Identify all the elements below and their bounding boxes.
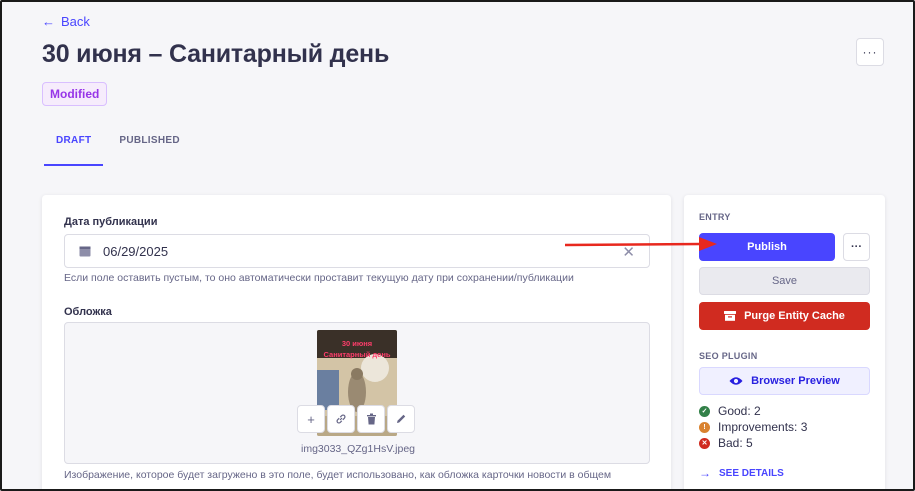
app-window: ← Back 30 июня – Санитарный день ··· Mod… [0, 0, 915, 491]
seo-improvements: ! Improvements: 3 [699, 419, 807, 435]
link-glyph [336, 414, 346, 424]
preview-label: Browser Preview [751, 375, 840, 387]
arrow-left-icon: ← [42, 14, 55, 29]
svg-text:30 июня: 30 июня [342, 339, 372, 348]
see-details-label: SEE DETAILS [719, 467, 784, 479]
cover-filename: img3033_QZg1HsV.jpeg [300, 443, 416, 455]
eye-icon [729, 377, 743, 385]
tab-list: DRAFT PUBLISHED [42, 130, 194, 166]
media-actions: + [297, 405, 415, 433]
seo-results: ✓ Good: 2 ! Improvements: 3 ✕ Bad: 5 [699, 403, 807, 451]
seo-improvements-label: Improvements: 3 [718, 420, 808, 434]
tab-draft[interactable]: DRAFT [42, 130, 105, 166]
cover-hint: Изображение, которое будет загружено в э… [64, 469, 612, 481]
page-title: 30 июня – Санитарный день [42, 40, 390, 68]
back-link[interactable]: ← Back [42, 14, 90, 29]
header: ← Back 30 июня – Санитарный день ··· Mod… [2, 2, 913, 182]
cross-icon: ✕ [699, 437, 710, 449]
back-label: Back [61, 14, 90, 29]
link-icon[interactable] [327, 405, 355, 433]
more-icon: ··· [851, 241, 862, 253]
purge-label: Purge Entity Cache [744, 310, 845, 322]
tab-published[interactable]: PUBLISHED [105, 130, 193, 166]
annotation-arrow-icon [565, 237, 717, 251]
check-icon: ✓ [699, 405, 710, 417]
entry-section-label: ENTRY [699, 212, 731, 222]
svg-text:Санитарный день: Санитарный день [324, 350, 391, 359]
date-field-label: Дата публикации [64, 216, 158, 228]
exclamation-icon: ! [699, 421, 710, 433]
seo-good: ✓ Good: 2 [699, 403, 807, 419]
add-icon[interactable]: + [297, 405, 325, 433]
archive-icon [724, 311, 737, 321]
seo-bad: ✕ Bad: 5 [699, 435, 807, 451]
trash-icon[interactable] [357, 405, 385, 433]
seo-section-label: SEO PLUGIN [699, 351, 758, 361]
calendar-icon [79, 246, 91, 257]
pencil-icon[interactable] [387, 405, 415, 433]
entry-more-button[interactable]: ··· [843, 233, 870, 261]
date-hint: Если поле оставить пустым, то оно автома… [64, 272, 574, 284]
status-badge: Modified [42, 82, 108, 106]
browser-preview-button[interactable]: Browser Preview [699, 367, 870, 395]
date-value: 06/29/2025 [103, 243, 169, 259]
see-details-link[interactable]: → SEE DETAILS [699, 466, 784, 480]
media-library-field: 30 июня Санитарный день + img3033_QZg1Hs… [64, 322, 650, 464]
save-button[interactable]: Save [699, 267, 870, 295]
cover-field-label: Обложка [64, 306, 112, 318]
pencil-glyph [397, 414, 406, 423]
trash-glyph [366, 413, 376, 425]
arrow-right-icon: → [699, 466, 711, 480]
purge-cache-button[interactable]: Purge Entity Cache [699, 302, 870, 330]
seo-good-label: Good: 2 [718, 404, 761, 418]
more-icon: ··· [862, 45, 878, 59]
date-field[interactable]: 06/29/2025 ✕ [64, 234, 650, 268]
seo-bad-label: Bad: 5 [718, 436, 753, 450]
more-actions-button[interactable]: ··· [856, 38, 884, 66]
